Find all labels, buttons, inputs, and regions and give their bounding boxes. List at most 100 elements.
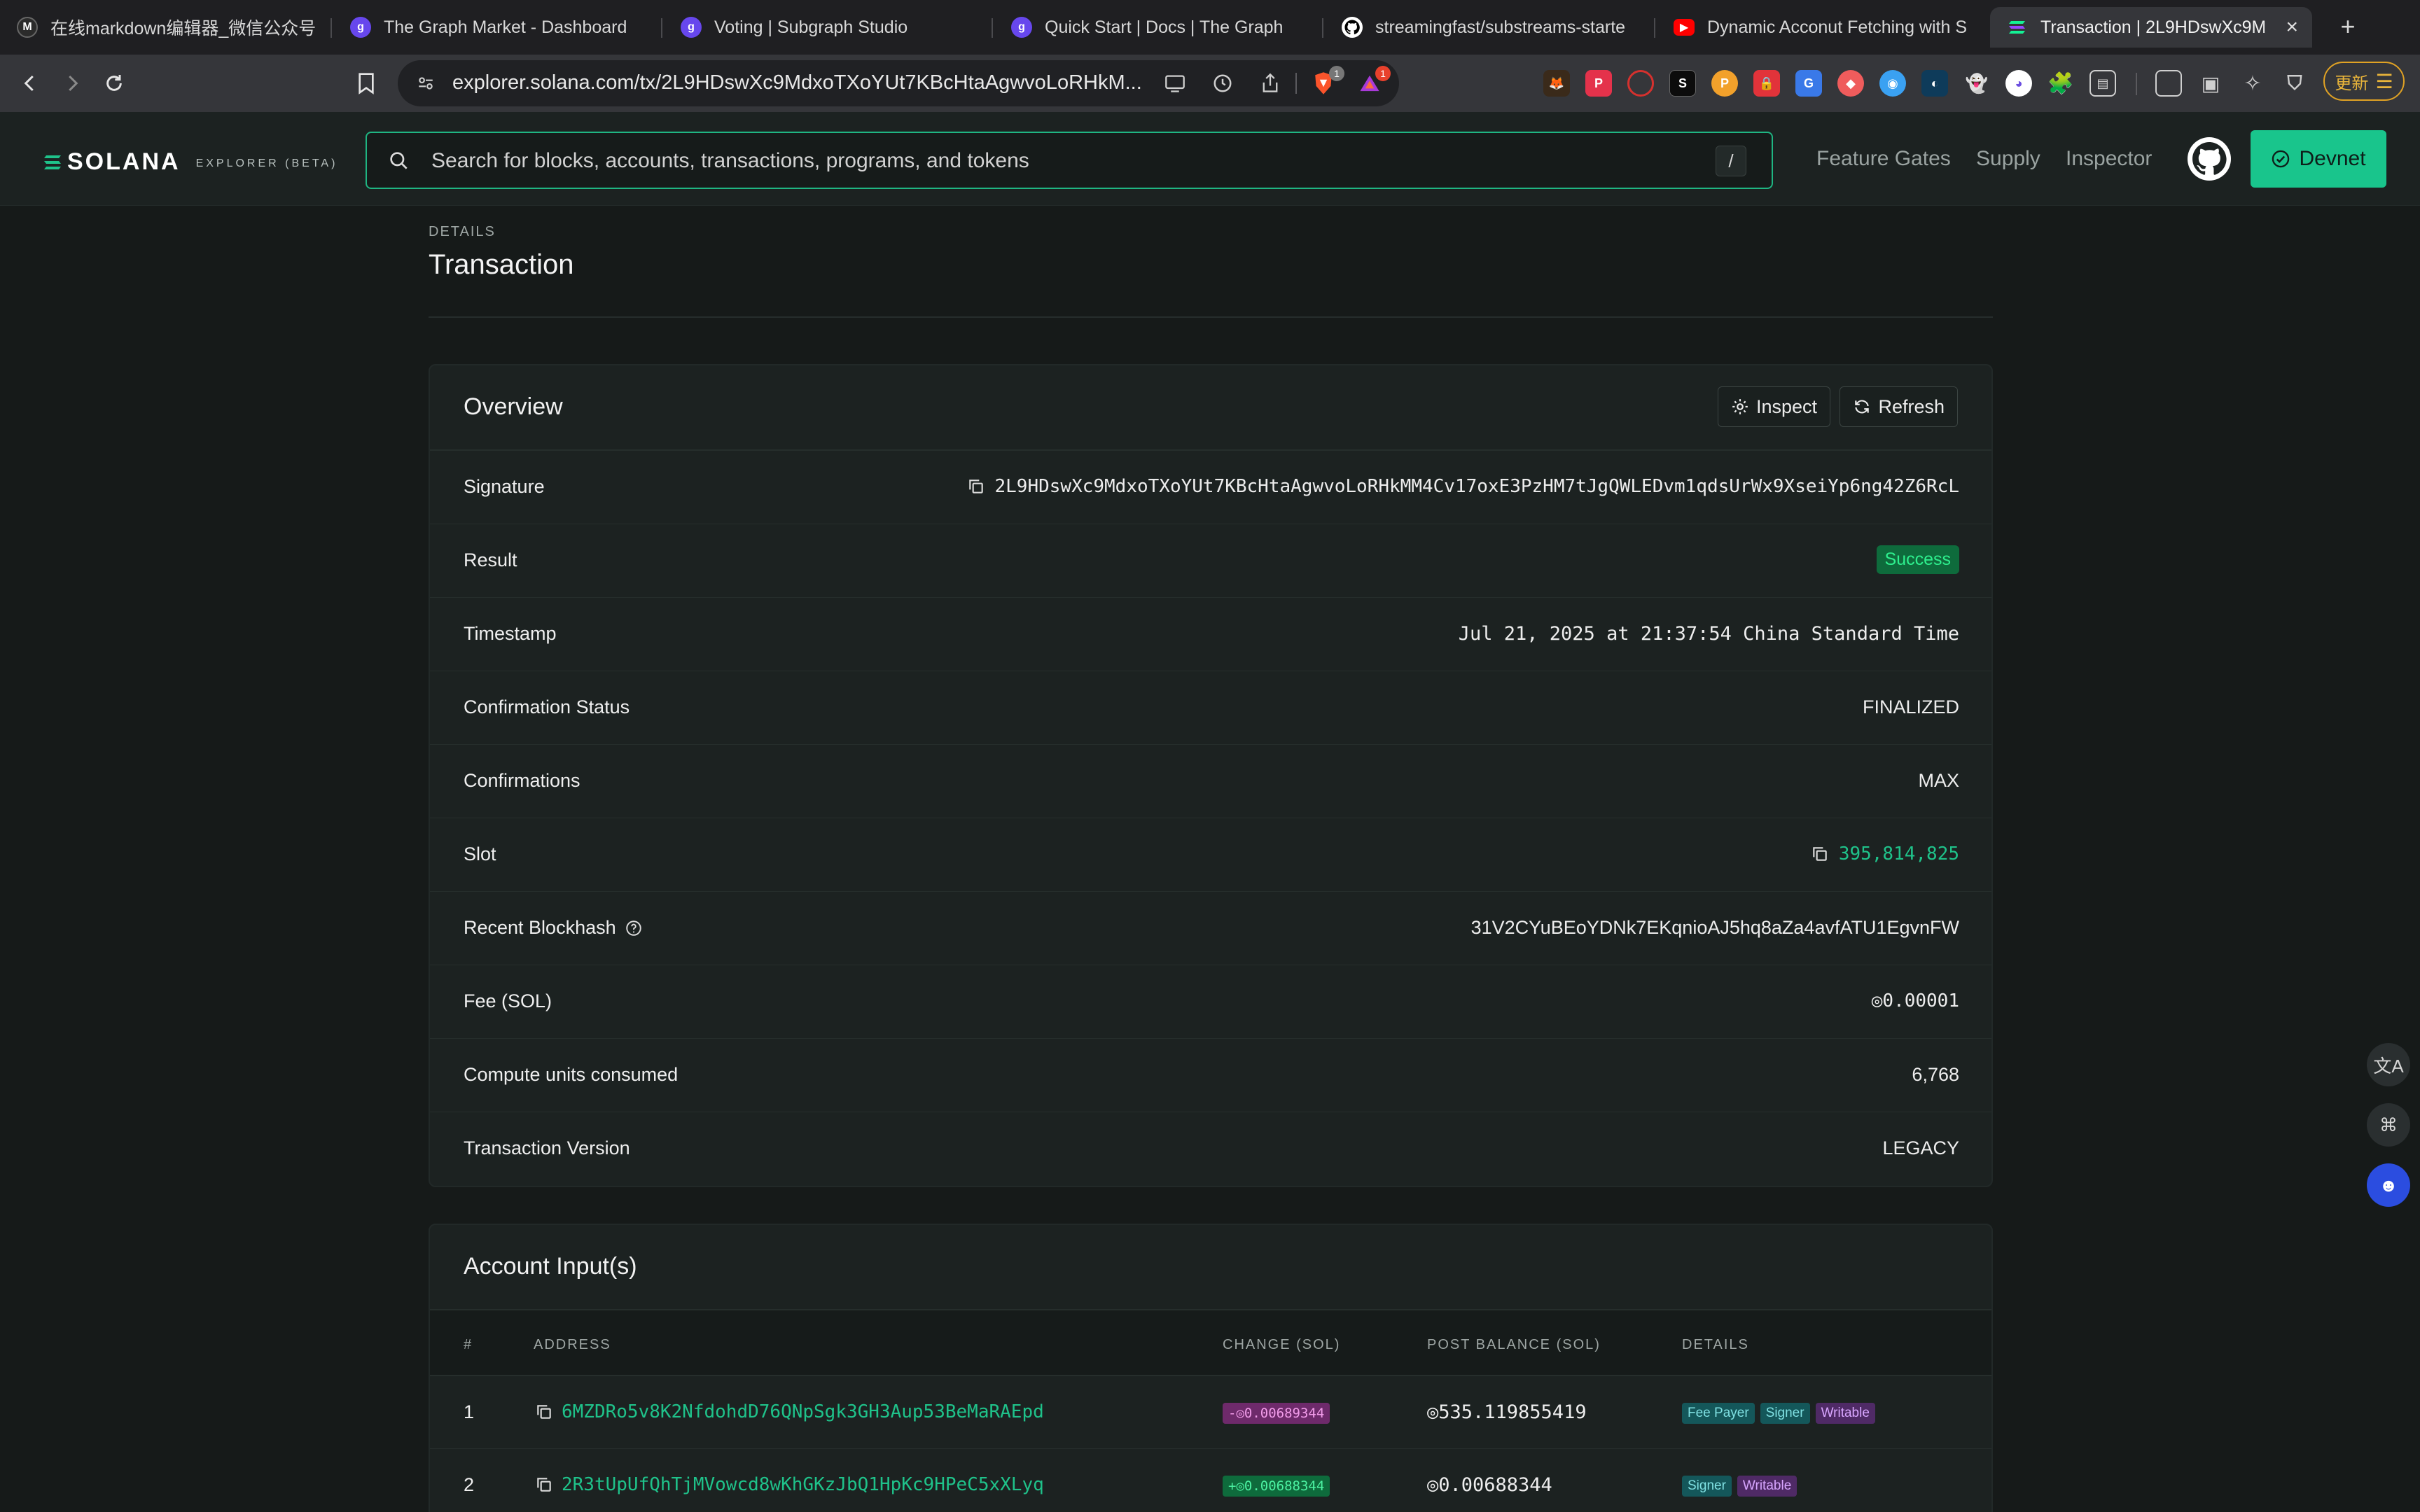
tab-separator: [992, 18, 993, 38]
new-tab-button[interactable]: +: [2329, 8, 2367, 46]
copy-icon[interactable]: [535, 1476, 553, 1494]
transaction-version-row: Transaction Version LEGACY: [430, 1112, 1991, 1186]
bookmark-button[interactable]: [350, 67, 382, 99]
youtube-icon: ▶: [1674, 19, 1695, 36]
puzzle-extensions-icon[interactable]: 🧩: [2047, 70, 2074, 97]
back-button[interactable]: [14, 67, 46, 99]
dark-extension-icon[interactable]: ◐: [1921, 70, 1948, 97]
recent-blockhash-value: 31V2CYuBEoYDNk7EKqnioAJ5hq8aZa4avfATU1Eg…: [1470, 917, 1959, 938]
signature-text: 2L9HDswXc9MdxoTXoYUt7KBcHtaAgwvoLoRHkMM4…: [994, 476, 1960, 497]
details-tags: Fee Payer Signer Writable: [1682, 1403, 1878, 1424]
signature-row: Signature 2L9HDswXc9MdxoTXoYUt7KBcHtaAgw…: [430, 451, 1991, 524]
address-bar[interactable]: explorer.solana.com/tx/2L9HDswXc9MdxoTXo…: [398, 60, 1399, 106]
rewards-count-badge: 1: [1375, 66, 1391, 81]
wallet-icon[interactable]: ▣: [2197, 70, 2224, 97]
recent-blockhash-row: Recent Blockhash 31V2CYuBEoYDNk7EKqnioAJ…: [430, 892, 1991, 965]
details-tags: Signer Writable: [1682, 1476, 1800, 1497]
update-label: 更新: [2335, 74, 2369, 93]
ghost-extension-icon[interactable]: ◕: [2005, 70, 2032, 97]
browser-tab-active[interactable]: Transaction | 2L9HDswXc9M ×: [1990, 7, 2312, 48]
p-extension-icon[interactable]: P: [1585, 70, 1612, 97]
sidebar-icon[interactable]: [2155, 70, 2182, 97]
red-extension-icon[interactable]: ◆: [1837, 70, 1864, 97]
gear-icon: [1732, 399, 1748, 414]
browser-tab[interactable]: M 在线markdown编辑器_微信公众号: [17, 7, 318, 48]
inspect-button[interactable]: Inspect: [1717, 386, 1830, 427]
copy-icon[interactable]: [535, 1403, 553, 1421]
assistant-button[interactable]: ☻: [2367, 1163, 2410, 1207]
row-label: Confirmations: [464, 770, 580, 791]
slot-link[interactable]: 395,814,825: [1839, 844, 1959, 864]
address-cell: 2R3tUpUfQhTjMVowcd8wKhGKzJbQ1HpKc9HPeC5x…: [535, 1474, 1044, 1495]
browser-tab[interactable]: g Voting | Subgraph Studio: [681, 7, 975, 48]
lock-extension-icon[interactable]: 🔒: [1753, 70, 1780, 97]
search-input[interactable]: [431, 144, 1622, 178]
copy-icon[interactable]: [967, 477, 985, 496]
close-tab-icon[interactable]: ×: [2286, 15, 2298, 39]
search-box[interactable]: /: [366, 132, 1773, 189]
tab-title: 在线markdown编辑器_微信公众号: [50, 19, 317, 38]
copy-icon[interactable]: [1811, 845, 1829, 863]
metamask-extension-icon[interactable]: 🦊: [1543, 70, 1570, 97]
tab-title: streamingfast/substreams-starte: [1375, 17, 1626, 37]
compute-units-value: 6,768: [1912, 1064, 1959, 1085]
browser-tab[interactable]: streamingfast/substreams-starte: [1342, 7, 1636, 48]
apps-tool-button[interactable]: ⌘: [2367, 1103, 2410, 1147]
browser-tab[interactable]: g The Graph Market - Dashboard: [350, 7, 644, 48]
browser-tab-bar: M 在线markdown编辑器_微信公众号 g The Graph Market…: [0, 0, 2420, 55]
address-link[interactable]: 6MZDRo5v8K2NfdohdD76QNpSgk3GH3Aup53BeMaR…: [562, 1401, 1044, 1422]
reader-icon[interactable]: ▤: [2089, 70, 2116, 97]
change-badge: -◎0.00689344: [1223, 1403, 1330, 1424]
cluster-button[interactable]: Devnet: [2251, 130, 2386, 188]
help-icon[interactable]: [625, 919, 643, 937]
browser-tab[interactable]: ▶ Dynamic Acconut Fetching with S: [1674, 7, 1968, 48]
address-link[interactable]: 2R3tUpUfQhTjMVowcd8wKhGKzJbQ1HpKc9HPeC5x…: [562, 1474, 1044, 1495]
address-cell: 6MZDRo5v8K2NfdohdD76QNpSgk3GH3Aup53BeMaR…: [535, 1401, 1044, 1422]
refresh-label: Refresh: [1878, 396, 1945, 417]
cluster-label: Devnet: [2299, 147, 2366, 170]
nav-link-supply[interactable]: Supply: [1976, 147, 2040, 171]
translate-tool-button[interactable]: 文A: [2367, 1043, 2410, 1086]
tab-title: Transaction | 2L9HDswXc9M: [2040, 17, 2265, 37]
result-row: Result Success: [430, 524, 1991, 598]
reload-button[interactable]: [98, 67, 130, 99]
update-button[interactable]: 更新 ☰: [2323, 62, 2405, 101]
cast-icon[interactable]: [1164, 72, 1186, 94]
s-extension-icon[interactable]: S: [1669, 70, 1696, 97]
table-row: 1 6MZDRo5v8K2NfdohdD76QNpSgk3GH3Aup53BeM…: [430, 1376, 1991, 1449]
timestamp-row: Timestamp Jul 21, 2025 at 21:37:54 China…: [430, 598, 1991, 671]
search-icon: [388, 150, 410, 176]
leo-ai-icon[interactable]: ✧: [2239, 70, 2266, 97]
nav-link-feature-gates[interactable]: Feature Gates: [1816, 147, 1951, 171]
signature-value: 2L9HDswXc9MdxoTXoYUt7KBcHtaAgwvoLoRHkMM4…: [967, 476, 1960, 497]
recent-blockhash-label: Recent Blockhash: [464, 917, 616, 938]
url-text[interactable]: explorer.solana.com/tx/2L9HDswXc9MdxoTXo…: [452, 71, 1167, 94]
nav-link-inspector[interactable]: Inspector: [2066, 147, 2152, 171]
check-circle-icon: [2272, 150, 2290, 168]
tab-separator: [661, 18, 662, 38]
page-pretitle: DETAILS: [429, 224, 496, 239]
record-extension-icon[interactable]: [1627, 70, 1654, 97]
p-coin-extension-icon[interactable]: P: [1711, 70, 1738, 97]
row-label: Compute units consumed: [464, 1064, 679, 1085]
share-icon[interactable]: [1259, 72, 1281, 94]
phantom-extension-icon[interactable]: 👻: [1963, 70, 1990, 97]
table-header: # ADDRESS CHANGE (SOL) POST BALANCE (SOL…: [430, 1310, 1991, 1376]
page-title: Transaction: [429, 249, 574, 280]
confirmation-status-value: FINALIZED: [1862, 696, 1959, 718]
browser-tab[interactable]: g Quick Start | Docs | The Graph: [1011, 7, 1305, 48]
translate-extension-icon[interactable]: G: [1795, 70, 1822, 97]
post-balance-value: ◎0.00688344: [1427, 1474, 1552, 1496]
bookmark-icon: [359, 73, 374, 94]
vpn-icon[interactable]: ⛉: [2281, 70, 2308, 97]
overview-card: Overview Inspect Refresh Signature 2L9HD…: [429, 364, 1993, 1187]
site-settings-icon[interactable]: [415, 72, 437, 94]
blue-extension-icon[interactable]: ◉: [1879, 70, 1906, 97]
solana-logo[interactable]: SOLANA EXPLORER (BETA): [43, 148, 338, 176]
refresh-icon: [1855, 400, 1870, 414]
github-link[interactable]: [2188, 137, 2231, 181]
refresh-button[interactable]: Refresh: [1840, 386, 1958, 427]
the-graph-icon: g: [1011, 17, 1032, 38]
history-icon[interactable]: [1211, 72, 1234, 94]
forward-button[interactable]: [56, 67, 88, 99]
